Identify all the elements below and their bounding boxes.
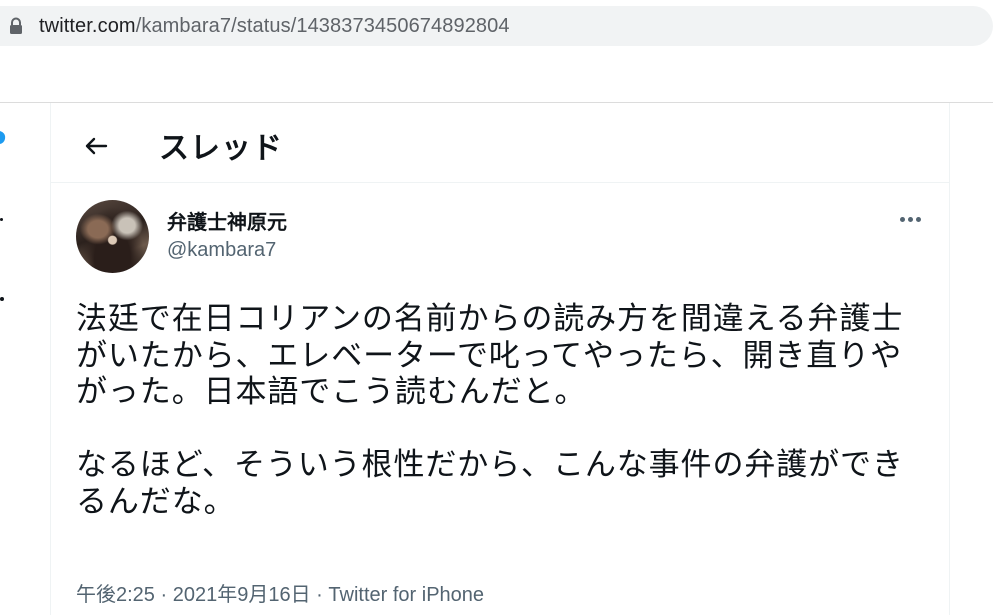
tweet-time: 午後2:25 [76, 584, 155, 606]
arrow-left-icon [85, 137, 108, 155]
nav-icon-fragment[interactable] [0, 218, 3, 221]
twitter-bird-icon[interactable] [0, 129, 8, 148]
tweet: 弁護士神原元 @kambara7 法廷で在日コリアンの名前からの読み方を間違える… [51, 183, 949, 615]
nav-icon-fragment[interactable] [0, 297, 4, 301]
url-path: /kambara7/status/1438373450674892804 [135, 14, 510, 37]
page-title: スレッド [159, 131, 283, 166]
left-sidebar [0, 103, 50, 615]
display-name[interactable]: 弁護士神原元 [167, 206, 287, 235]
more-button[interactable] [895, 207, 925, 231]
tweet-date: 2021年9月16日 [172, 584, 311, 606]
meta-separator: · [316, 584, 323, 606]
tweet-metadata: 午後2:25 · 2021年9月16日 · Twitter for iPhone [76, 578, 484, 607]
tweet-source-link[interactable]: Twitter for iPhone [328, 584, 484, 606]
more-horizontal-icon [915, 216, 921, 222]
more-horizontal-icon [907, 216, 913, 222]
browser-toolbar: twitter.com/kambara7/status/143837345067… [0, 0, 993, 103]
user-handle[interactable]: @kambara7 [167, 239, 276, 262]
tweet-text: 法廷で在日コリアンの名前からの読み方を間違える弁護士がいたから、エレベーターで叱… [76, 301, 904, 520]
meta-separator: · [160, 584, 168, 606]
thread-header: スレッド [51, 103, 949, 183]
lock-icon[interactable] [9, 17, 23, 35]
avatar[interactable] [76, 200, 149, 273]
tweet-time-link[interactable]: 午後2:25 · 2021年9月16日 [76, 584, 311, 606]
url-host: twitter.com [39, 14, 136, 37]
url-text[interactable]: twitter.com/kambara7/status/143837345067… [39, 15, 510, 38]
address-bar[interactable]: twitter.com/kambara7/status/143837345067… [0, 6, 993, 46]
back-button[interactable] [79, 129, 113, 163]
timeline-column: スレッド 弁護士神原元 @kambara7 法廷で在日コリアンの名前からの読み方… [50, 103, 950, 615]
more-horizontal-icon [899, 216, 905, 222]
